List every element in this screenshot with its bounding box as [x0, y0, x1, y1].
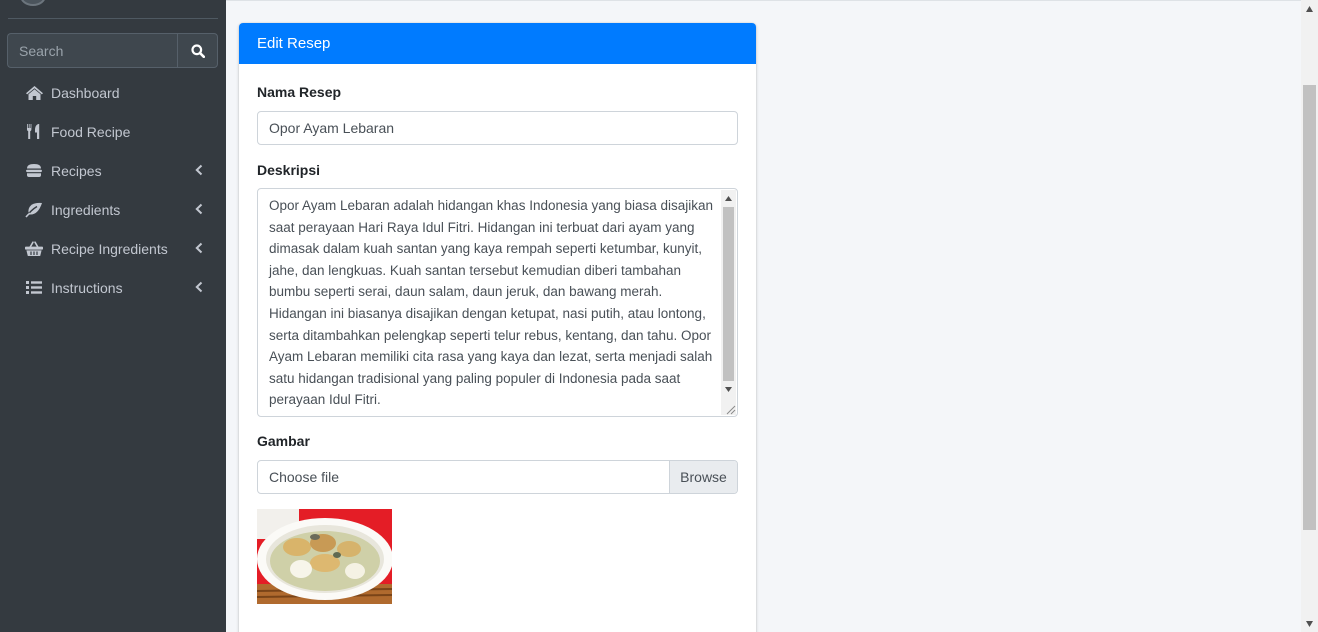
page-scroll-thumb[interactable]: [1303, 85, 1316, 530]
sidebar-item-food-recipe[interactable]: Food Recipe: [8, 112, 218, 151]
home-icon: [24, 84, 44, 102]
browse-button[interactable]: Browse: [669, 461, 737, 493]
image-file-input[interactable]: Choose file Browse: [257, 460, 738, 494]
basket-icon: [24, 240, 44, 258]
hamburger-icon: [24, 162, 44, 180]
edit-recipe-card: Edit Resep Nama Resep Opor Ayam Lebaran …: [239, 23, 756, 632]
sidebar-item-instructions[interactable]: Instructions: [8, 268, 218, 307]
sidebar-item-label: Ingredients: [51, 201, 121, 218]
sidebar-item-dashboard[interactable]: Dashboard: [8, 73, 218, 112]
search-input[interactable]: [7, 33, 177, 68]
sidebar-search: [7, 33, 218, 68]
chevron-left-icon: [195, 203, 203, 215]
sidebar-item-label: Recipe Ingredients: [51, 240, 168, 257]
scroll-down-icon[interactable]: [724, 386, 733, 393]
description-label: Deskripsi: [257, 162, 321, 178]
textarea-scroll-thumb[interactable]: [723, 207, 734, 381]
chevron-left-icon: [195, 242, 203, 254]
sidebar-item-label: Food Recipe: [51, 123, 131, 140]
sidebar-item-recipe-ingredients[interactable]: Recipe Ingredients: [8, 229, 218, 268]
sidebar-item-label: Dashboard: [51, 84, 120, 101]
card-title: Edit Resep: [257, 35, 331, 52]
scroll-down-icon[interactable]: [1305, 620, 1314, 628]
description-textarea[interactable]: Opor Ayam Lebaran adalah hidangan khas I…: [257, 188, 738, 417]
utensils-icon: [24, 123, 44, 141]
sidebar-item-recipes[interactable]: Recipes: [8, 151, 218, 190]
leaf-icon: [24, 201, 44, 219]
search-button[interactable]: [177, 33, 218, 68]
search-icon: [190, 43, 205, 58]
scroll-up-icon[interactable]: [724, 195, 733, 202]
chevron-left-icon: [195, 281, 203, 293]
textarea-scrollbar[interactable]: [721, 190, 736, 415]
recipe-image: [257, 509, 392, 604]
card-header: Edit Resep: [239, 23, 756, 64]
description-value: Opor Ayam Lebaran adalah hidangan khas I…: [269, 198, 714, 408]
resize-grip-icon[interactable]: [724, 403, 736, 415]
scroll-up-icon[interactable]: [1305, 5, 1314, 13]
brand-logo[interactable]: [20, 0, 46, 6]
sidebar-item-ingredients[interactable]: Ingredients: [8, 190, 218, 229]
sidebar-item-label: Recipes: [51, 162, 102, 179]
page-scrollbar[interactable]: [1301, 0, 1318, 632]
recipe-name-input[interactable]: Opor Ayam Lebaran: [257, 111, 738, 145]
image-label: Gambar: [257, 433, 310, 449]
recipe-name-value: Opor Ayam Lebaran: [269, 120, 395, 136]
chevron-left-icon: [195, 164, 203, 176]
sidebar-divider: [8, 18, 218, 19]
content-top-border: [226, 0, 1301, 1]
sidebar-item-label: Instructions: [51, 279, 123, 296]
name-label: Nama Resep: [257, 84, 342, 100]
list-icon: [24, 279, 44, 297]
sidebar-nav: Dashboard Food Recipe Recipes Ingredient…: [8, 73, 218, 307]
file-placeholder: Choose file: [269, 469, 340, 485]
sidebar: Dashboard Food Recipe Recipes Ingredient…: [0, 0, 226, 632]
